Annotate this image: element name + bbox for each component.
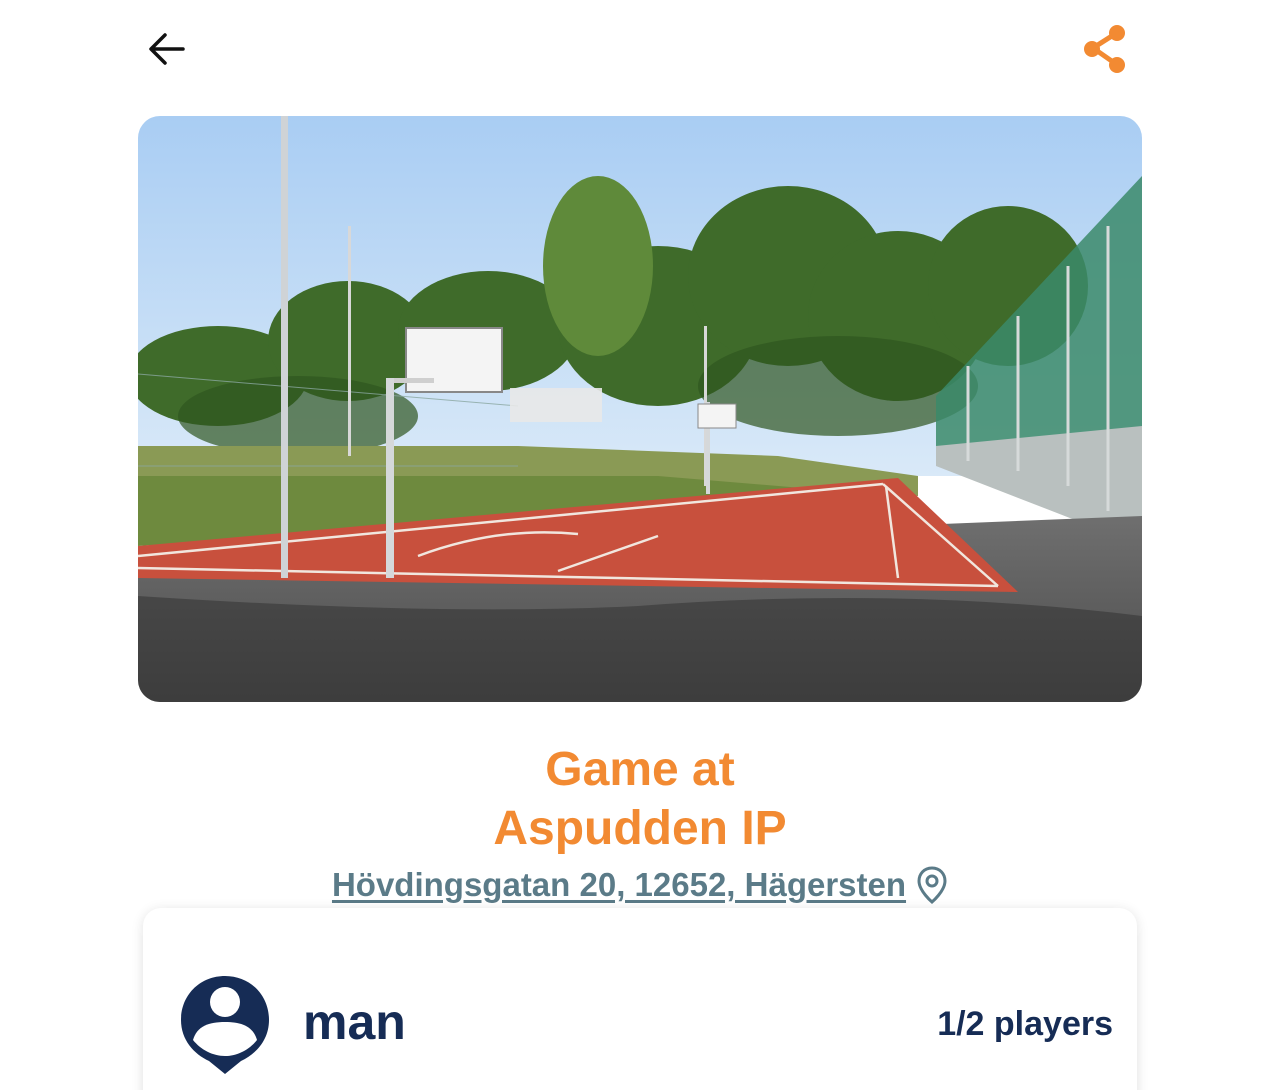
game-title: Game at Aspudden IP xyxy=(0,740,1280,858)
players-count: 1/2 players xyxy=(937,1005,1113,1043)
top-bar xyxy=(0,0,1280,100)
arrow-left-icon xyxy=(149,33,185,65)
game-title-line2: Aspudden IP xyxy=(493,802,787,855)
court-photo xyxy=(138,116,1142,702)
game-detail-page: Game at Aspudden IP Hövdingsgatan 20, 12… xyxy=(0,0,1280,1090)
basketball-court-image xyxy=(138,116,1142,702)
share-button[interactable] xyxy=(1078,20,1132,78)
back-button[interactable] xyxy=(140,22,194,76)
game-title-line1: Game at xyxy=(545,743,735,796)
user-pin-icon xyxy=(181,976,269,1074)
host-name: man xyxy=(303,994,406,1050)
address-row: Hövdingsgatan 20, 12652, Hägersten xyxy=(0,862,1280,908)
host-card[interactable]: man 1/2 players xyxy=(143,908,1137,1090)
map-pin-icon[interactable] xyxy=(916,865,948,905)
share-icon xyxy=(1084,25,1125,73)
address-link[interactable]: Hövdingsgatan 20, 12652, Hägersten xyxy=(332,866,906,904)
